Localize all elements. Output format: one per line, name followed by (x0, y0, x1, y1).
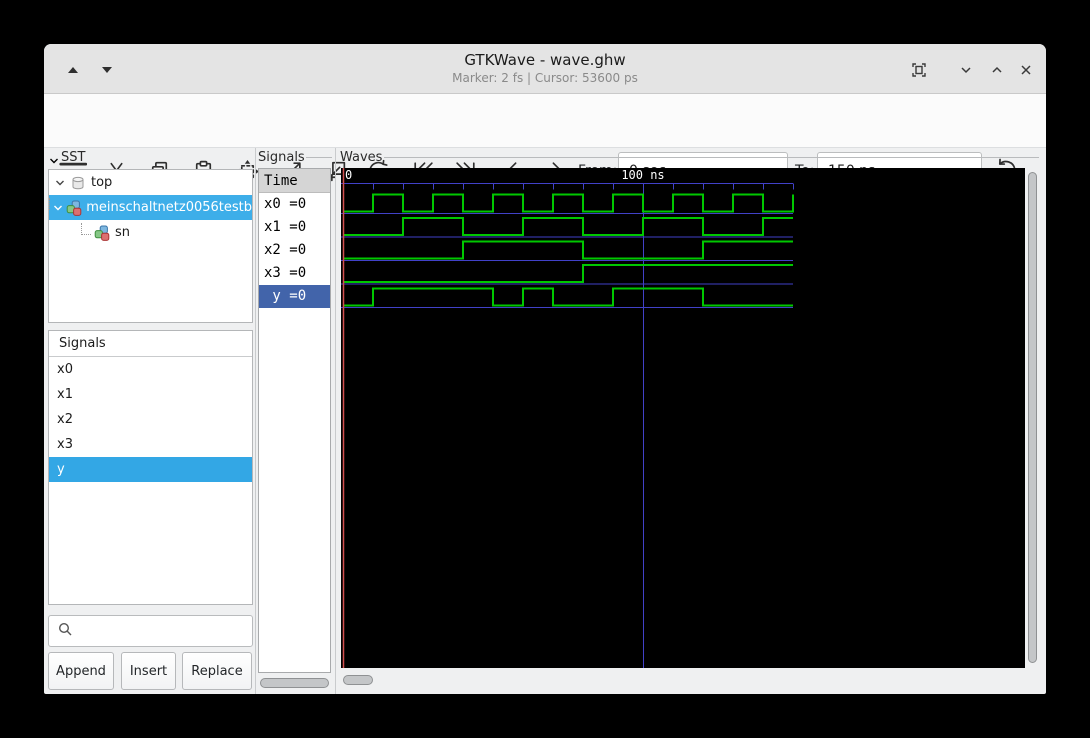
signal-search-panel: Signals x0 x1 x2 x3 y (48, 330, 253, 605)
expander-chevron-icon[interactable] (53, 177, 67, 189)
tree-connector (49, 197, 51, 210)
chevron-down-button[interactable] (954, 58, 978, 82)
titlebar[interactable]: GTKWave - wave.ghw Marker: 2 fs | Cursor… (44, 44, 1046, 94)
signals-frame-line (306, 157, 332, 158)
replace-button[interactable]: Replace (182, 652, 252, 690)
wave-trace-x0 (343, 193, 794, 213)
sst-tree-item-meinschaltnetz0056testb[interactable]: meinschaltnetz0056testb (49, 195, 252, 220)
names-hscrollbar[interactable] (258, 677, 331, 689)
tree-chevron-icon (56, 180, 64, 185)
insert-button[interactable]: Insert (121, 652, 176, 690)
tree-connector (81, 222, 91, 235)
time-header: Time (259, 169, 330, 193)
gtkwave-window: GTKWave - wave.ghw Marker: 2 fs | Cursor… (44, 44, 1046, 694)
signal-row-x1[interactable]: x1 =0 (259, 216, 330, 239)
signal-list-item-x1[interactable]: x1 (49, 382, 252, 407)
names-hscrollbar-thumb[interactable] (260, 678, 329, 688)
wave-trace-x1 (343, 217, 793, 236)
timeline-major-label: 100 ns (621, 168, 664, 182)
tree-item-label: top (91, 175, 113, 190)
sst-tree-item-sn[interactable]: sn (49, 220, 252, 245)
sst-header: SST (61, 150, 86, 165)
titlebar-text: GTKWave - wave.ghw Marker: 2 fs | Cursor… (44, 50, 1046, 86)
window-title: GTKWave - wave.ghw (464, 51, 626, 69)
wave-trace-x2 (343, 240, 793, 260)
expander-chevron-icon[interactable] (52, 202, 64, 214)
search-input[interactable] (79, 617, 259, 645)
tree-item-label: sn (115, 225, 131, 240)
signal-list-item-x3[interactable]: x3 (49, 432, 252, 457)
signal-row-x2[interactable]: x2 =0 (259, 239, 330, 262)
tree-chevron-icon (54, 205, 63, 210)
sst-tree-item-top[interactable]: top (49, 170, 252, 195)
waves-vscrollbar[interactable] (1028, 170, 1038, 668)
wave-trace-y (343, 287, 793, 307)
timeline-zero-label: 0 (345, 168, 352, 182)
signal-list-item-y[interactable]: y (49, 457, 252, 482)
chevron-down-icon (961, 67, 971, 74)
waveform-svg: 0 100 ns (341, 168, 794, 668)
sst-tree: top meinschaltnetz0056testb sn (48, 169, 253, 323)
fullscreen-icon (912, 63, 926, 77)
waves-hscrollbar[interactable] (341, 674, 1039, 686)
signals-frame-label: Signals (258, 150, 305, 165)
tree-item-label: meinschaltnetz0056testb (86, 200, 252, 215)
pane-splitter-left[interactable] (255, 148, 256, 694)
signal-list-item-x2[interactable]: x2 (49, 407, 252, 432)
append-button[interactable]: Append (48, 652, 114, 690)
close-button[interactable] (1014, 58, 1038, 82)
search-icon (57, 621, 73, 641)
pane-splitter-right[interactable] (335, 148, 336, 694)
signal-row-x0[interactable]: x0 =0 (259, 193, 330, 216)
signal-search-header: Signals (49, 331, 252, 357)
modules-icon (66, 200, 82, 216)
signal-list-item-x0[interactable]: x0 (49, 357, 252, 382)
waves-frame-line (384, 157, 1039, 158)
search-icon (58, 622, 72, 636)
modules-icon (94, 225, 110, 241)
wave-trace-x3 (343, 264, 793, 283)
wave-canvas[interactable]: 0 100 ns (341, 168, 1025, 668)
waves-frame-label: Waves (340, 150, 383, 165)
signal-names-panel: Time x0 =0 x1 =0 x2 =0 x3 =0 y =0 (258, 168, 331, 673)
toolbar: From: To: (44, 94, 1046, 190)
tree-chevron-icon (50, 158, 58, 164)
signal-filter-box (48, 615, 259, 647)
cylinder-icon (72, 176, 84, 189)
fullscreen-button[interactable] (907, 58, 931, 82)
signal-row-y[interactable]: y =0 (259, 285, 330, 308)
waves-hscrollbar-thumb[interactable] (343, 675, 373, 685)
close-icon (1021, 65, 1031, 75)
marker-cursor-status: Marker: 2 fs | Cursor: 53600 ps (452, 71, 638, 85)
signal-row-x3[interactable]: x3 =0 (259, 262, 330, 285)
chevron-up-button[interactable] (985, 58, 1009, 82)
waves-vscrollbar-thumb[interactable] (1028, 172, 1037, 663)
chevron-up-icon (992, 66, 1002, 73)
